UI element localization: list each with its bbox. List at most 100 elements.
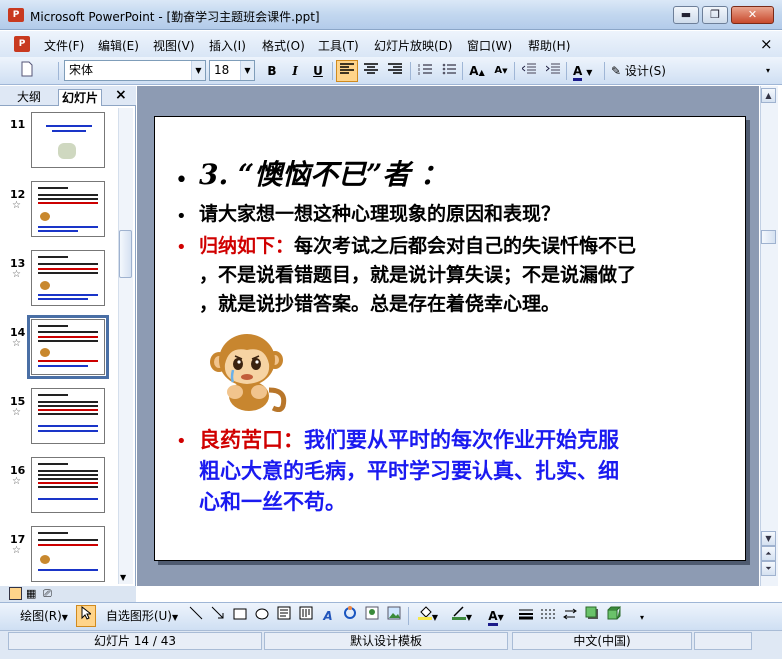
slides-panel-scrollbar[interactable]	[118, 108, 133, 584]
close-panel-button[interactable]: ×	[115, 87, 127, 103]
slide-advice-line-1[interactable]: 良药苦口：我们要从平时的每次作业开始克服	[199, 424, 619, 455]
scrollbar-thumb[interactable]	[119, 230, 132, 278]
fill-color-button[interactable]: ▼	[412, 605, 444, 627]
slide-sorter-view-icon[interactable]: ▦	[26, 587, 39, 600]
restore-button[interactable]: ❐	[702, 6, 728, 24]
font-name-value: 宋体	[69, 63, 94, 77]
new-document-icon[interactable]	[16, 60, 38, 82]
font-name-combo[interactable]: 宋体 ▼	[64, 60, 206, 81]
draw-menu-button[interactable]: 绘图(R)▼	[16, 605, 72, 627]
slide-scroll-thumb[interactable]	[761, 230, 776, 244]
bold-button[interactable]: B	[262, 60, 282, 82]
clip-art-icon[interactable]	[362, 605, 382, 627]
autoshapes-label: 自选图形(U)	[105, 609, 172, 623]
animation-star-icon: ☆	[12, 338, 21, 349]
menu-file[interactable]: 文件(F)	[44, 37, 84, 54]
arrow-tool-icon[interactable]	[208, 605, 228, 627]
crying-monkey-image[interactable]	[207, 330, 287, 412]
align-right-button[interactable]	[384, 60, 406, 82]
line-tool-icon[interactable]	[186, 605, 206, 627]
slide-summary-line-2[interactable]: ，不是说看错题目，就是说计算失误；不是说漏做了	[199, 261, 636, 290]
increase-indent-icon[interactable]	[542, 60, 564, 82]
rectangle-tool-icon[interactable]	[230, 605, 250, 627]
decrease-indent-icon[interactable]	[518, 60, 540, 82]
shadow-style-icon[interactable]	[582, 605, 602, 627]
italic-button[interactable]: I	[285, 60, 305, 82]
previous-slide-icon[interactable]: ⏶	[761, 546, 776, 561]
slide-position-status: 幻灯片 14 / 43	[8, 632, 262, 650]
slide-thumbnail-12[interactable]	[31, 181, 105, 237]
slide-advice-line-2[interactable]: 粗心大意的毛病，平时学习要认真、扎实、细	[199, 455, 619, 486]
document-icon[interactable]: P	[14, 36, 30, 52]
slide-summary-line-3[interactable]: ，就是说抄错答案。总是存在着侥幸心理。	[199, 290, 560, 319]
menu-edit[interactable]: 编辑(E)	[98, 37, 139, 54]
3d-style-icon[interactable]	[604, 605, 624, 627]
align-center-button[interactable]	[360, 60, 382, 82]
slide-question[interactable]: 请大家想一想这种心理现象的原因和表现？	[199, 200, 560, 229]
menu-slideshow[interactable]: 幻灯片放映(D)	[374, 37, 453, 54]
design-button[interactable]: ✎ 设计(S)	[608, 60, 672, 82]
next-slide-icon[interactable]: ⏷	[761, 561, 776, 576]
picture-icon[interactable]	[384, 605, 404, 627]
slide-thumbnail-14[interactable]	[27, 315, 109, 379]
align-left-button[interactable]	[336, 60, 358, 82]
toolbar-options-icon[interactable]: ▾	[766, 60, 776, 82]
design-template-status[interactable]: 默认设计模板	[264, 632, 508, 650]
toolbar-options-icon[interactable]: ▾	[640, 607, 650, 629]
menu-help[interactable]: 帮助(H)	[528, 37, 570, 54]
slide-advice-line-3[interactable]: 心和一丝不苟。	[199, 486, 346, 517]
select-objects-icon[interactable]	[76, 605, 96, 627]
increase-font-size-icon[interactable]: A▲	[466, 60, 488, 82]
slide-thumbnail-11[interactable]	[31, 112, 105, 168]
slide-thumbnail-17[interactable]	[31, 526, 105, 582]
diagram-icon[interactable]	[340, 605, 360, 627]
font-size-combo[interactable]: 18 ▼	[209, 60, 255, 81]
numbered-list-icon[interactable]	[414, 60, 436, 82]
menu-tools[interactable]: 工具(T)	[318, 37, 359, 54]
tab-outline[interactable]: 大纲	[14, 89, 44, 106]
slide-scrollbar[interactable]	[760, 86, 778, 586]
scroll-up-icon[interactable]: ▲	[761, 88, 776, 103]
slide-bullet: •	[175, 168, 188, 193]
autoshapes-button[interactable]: 自选图形(U)▼	[102, 605, 182, 627]
underline-button[interactable]: U	[308, 60, 328, 82]
minimize-button[interactable]: ▬	[673, 6, 699, 24]
font-size-value: 18	[214, 63, 230, 77]
design-label: 设计(S)	[624, 64, 666, 78]
slide-thumbnail-16[interactable]	[31, 457, 105, 513]
close-window-button[interactable]: ✕	[731, 6, 774, 24]
scroll-down-icon[interactable]: ▼	[761, 531, 776, 546]
menu-view[interactable]: 视图(V)	[153, 37, 195, 54]
bulleted-list-icon[interactable]	[438, 60, 460, 82]
close-document-button[interactable]: ×	[760, 35, 773, 53]
menu-insert[interactable]: 插入(I)	[209, 37, 246, 54]
slide-title[interactable]: 3. “懊恼不已”者 ：	[199, 158, 448, 192]
text-box-icon[interactable]	[274, 605, 294, 627]
chevron-down-icon[interactable]: ▼	[191, 61, 205, 80]
dash-style-icon[interactable]	[538, 605, 558, 627]
line-color-button[interactable]: ▼	[446, 605, 478, 627]
advice-text-1: 我们要从平时的每次作业开始克服	[304, 427, 619, 452]
chevron-down-icon[interactable]: ▼	[240, 61, 254, 80]
slide-thumbnail-15[interactable]	[31, 388, 105, 444]
slide-summary-line-1[interactable]: 归纳如下：每次考试之后都会对自己的失误忏悔不已	[199, 232, 636, 261]
status-cell-empty	[694, 632, 752, 650]
wordart-icon[interactable]: A	[318, 605, 338, 627]
powerpoint-app-icon[interactable]: P	[8, 8, 24, 22]
line-style-icon[interactable]	[516, 605, 536, 627]
slideshow-view-icon[interactable]: ⎚	[43, 587, 56, 600]
slide-thumbnail-13[interactable]	[31, 250, 105, 306]
oval-tool-icon[interactable]	[252, 605, 272, 627]
tab-slides[interactable]: 幻灯片	[58, 89, 103, 106]
menu-window[interactable]: 窗口(W)	[467, 37, 512, 54]
thumbnail-number: 11	[10, 118, 26, 131]
menu-format[interactable]: 格式(O)	[262, 37, 305, 54]
arrow-style-icon[interactable]	[560, 605, 580, 627]
decrease-font-size-icon[interactable]: A▼	[490, 60, 512, 82]
normal-view-icon[interactable]	[9, 587, 22, 600]
vertical-text-box-icon[interactable]	[296, 605, 316, 627]
draw-font-color-button[interactable]: A▼	[480, 605, 512, 627]
font-color-button[interactable]: A ▼	[570, 60, 600, 82]
slide-bullet: •	[176, 206, 187, 227]
scroll-down-icon[interactable]: ▼	[120, 573, 126, 582]
